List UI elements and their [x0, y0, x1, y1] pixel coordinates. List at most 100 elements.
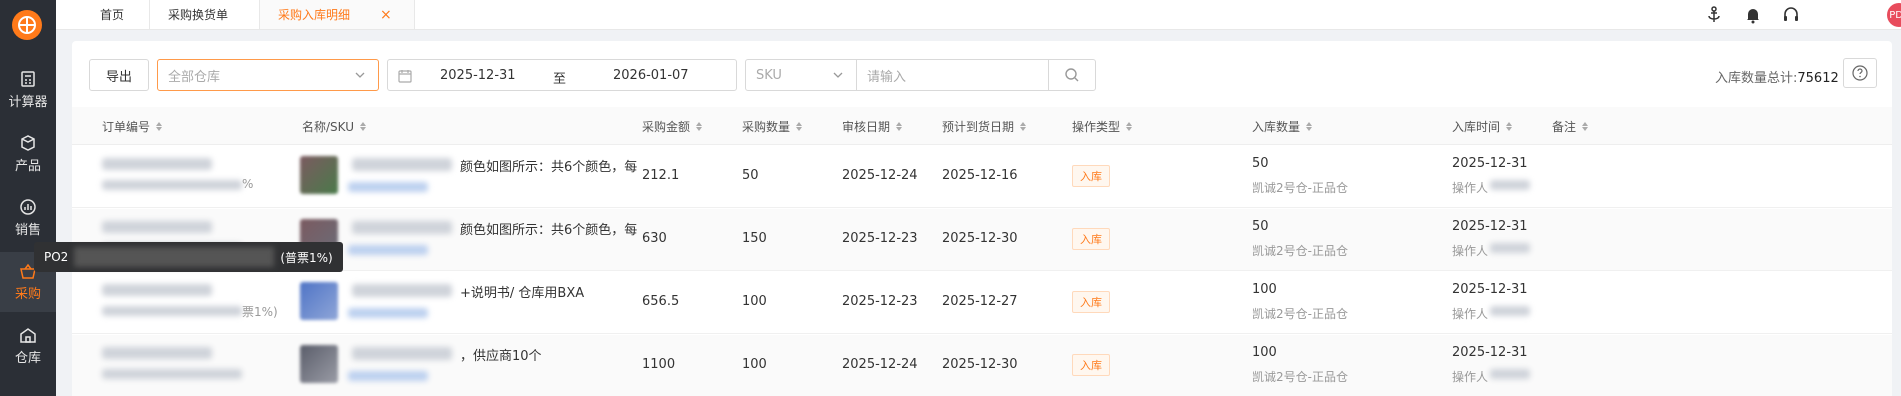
header-in-qty[interactable]: 入库数量 [1252, 118, 1313, 135]
sidebar-item-warehouse[interactable]: 仓库 [0, 316, 56, 376]
sku-redacted[interactable] [348, 371, 428, 381]
tooltip-suffix: (普票1%) [280, 250, 333, 265]
order-no-redacted[interactable] [102, 158, 212, 170]
avatar[interactable]: PDF [1887, 3, 1901, 27]
calculator-icon [21, 71, 35, 87]
type-tag: 入库 [1072, 291, 1110, 313]
product-thumbnail[interactable] [300, 282, 338, 320]
header-qty[interactable]: 采购数量 [742, 118, 803, 135]
sort-icon[interactable] [696, 122, 703, 131]
order-no-redacted[interactable] [102, 284, 212, 296]
header-label: 入库数量 [1252, 120, 1301, 134]
warehouse-select[interactable]: 全部仓库 [157, 59, 379, 91]
header-label: 名称/SKU [302, 120, 354, 134]
sku-redacted[interactable] [348, 245, 428, 255]
sort-icon[interactable] [1020, 122, 1027, 131]
top-bar: 首页 采购换货单 采购入库明细 × PDF [56, 0, 1901, 30]
header-op-type[interactable]: 操作类型 [1072, 118, 1133, 135]
tooltip-prefix: PO2 [44, 250, 69, 264]
header-label: 采购金额 [642, 120, 691, 134]
header-remark[interactable]: 备注 [1552, 118, 1589, 135]
inbound-qty: 50 [1252, 219, 1269, 234]
warehouse-name: 凯诚2号仓-正品仓 [1252, 307, 1348, 321]
header-label: 采购数量 [742, 120, 791, 134]
table-row[interactable]: 票1%) +说明书/ 仓库用BXA 656.5 100 2025-12-23 2… [72, 272, 1892, 334]
sidebar-item-calculator[interactable]: 计算器 [0, 60, 56, 120]
sort-icon[interactable] [1582, 122, 1589, 131]
inbound-time: 2025-12-31 [1452, 282, 1528, 297]
help-button[interactable] [1843, 58, 1877, 88]
warehouse-name: 凯诚2号仓-正品仓 [1252, 370, 1348, 384]
inbound-time: 2025-12-31 [1452, 219, 1528, 234]
eta-date: 2025-12-16 [942, 168, 1018, 183]
order-hint: 票1%) [242, 305, 278, 319]
sort-icon[interactable] [1506, 122, 1513, 131]
total-label: 入库数量总计: [1715, 71, 1798, 86]
sort-icon[interactable] [360, 122, 366, 131]
export-button[interactable]: 导出 [89, 59, 149, 91]
tab-purchase-inbound[interactable]: 采购入库明细 × [260, 0, 415, 29]
anchor-icon[interactable] [1704, 5, 1724, 25]
date-start[interactable]: 2025-12-31 [440, 68, 516, 83]
sku-redacted[interactable] [348, 182, 428, 192]
logo-icon[interactable] [12, 10, 42, 40]
sort-icon[interactable] [156, 122, 163, 131]
table-row[interactable]: 颜色如图所示：共6个颜色，每 630 150 2025-12-23 2025-1… [72, 209, 1892, 271]
headset-icon[interactable] [1781, 5, 1801, 25]
product-thumbnail[interactable] [300, 345, 338, 383]
quantity: 100 [742, 294, 767, 309]
audit-date: 2025-12-23 [842, 294, 918, 309]
header-name-sku[interactable]: 名称/SKU [302, 118, 366, 135]
audit-date: 2025-12-24 [842, 168, 918, 183]
bell-icon[interactable] [1743, 5, 1763, 25]
sort-icon[interactable] [1126, 122, 1133, 131]
order-no-redacted[interactable] [102, 347, 212, 359]
date-end[interactable]: 2026-01-07 [613, 68, 689, 83]
calendar-icon [398, 70, 412, 83]
sidebar-item-label: 仓库 [14, 351, 41, 366]
table-row[interactable]: % 颜色如图所示：共6个颜色，每 212.1 50 2025-12-24 202… [72, 146, 1892, 208]
operator-redacted [1490, 369, 1530, 379]
sku-type-select[interactable]: SKU [745, 59, 857, 91]
total-value: 75612 [1797, 71, 1839, 86]
order-no-redacted[interactable] [102, 221, 212, 233]
header-in-time[interactable]: 入库时间 [1452, 118, 1513, 135]
eta-date: 2025-12-30 [942, 357, 1018, 372]
chevron-down-icon [355, 72, 365, 78]
product-name: ，供应商10个 [460, 349, 542, 364]
sort-icon[interactable] [796, 122, 803, 131]
warehouse-placeholder: 全部仓库 [168, 69, 221, 85]
sort-icon[interactable] [896, 122, 903, 131]
header-eta[interactable]: 预计到货日期 [942, 118, 1027, 135]
close-icon[interactable]: × [380, 7, 392, 23]
operator-redacted [1490, 243, 1530, 253]
order-tooltip: PO2 (普票1%) [34, 242, 343, 272]
sidebar-item-products[interactable]: 产品 [0, 124, 56, 184]
product-name: 颜色如图所示：共6个颜色，每 [460, 223, 638, 238]
sidebar-item-sales[interactable]: 销售 [0, 188, 56, 248]
sidebar-item-label: 产品 [14, 159, 41, 174]
quantity: 100 [742, 357, 767, 372]
operator-label: 操作人 [1452, 307, 1489, 321]
product-name-redacted [352, 221, 452, 234]
type-tag: 入库 [1072, 165, 1110, 187]
type-tag: 入库 [1072, 354, 1110, 376]
order-sub-redacted [102, 369, 242, 379]
product-thumbnail[interactable] [300, 156, 338, 194]
warehouse-name: 凯诚2号仓-正品仓 [1252, 244, 1348, 258]
sort-icon[interactable] [1306, 122, 1313, 131]
date-range-picker[interactable]: 2025-12-31 至 2026-01-07 [387, 59, 737, 91]
product-name: +说明书/ 仓库用BXA [460, 286, 585, 301]
audit-date: 2025-12-23 [842, 231, 918, 246]
search-input[interactable]: 请输入 [856, 59, 1049, 91]
search-button[interactable] [1048, 59, 1096, 91]
sku-redacted[interactable] [348, 308, 428, 318]
inbound-time: 2025-12-31 [1452, 156, 1528, 171]
header-order-no[interactable]: 订单编号 [102, 118, 163, 135]
quantity: 150 [742, 231, 767, 246]
tab-home[interactable]: 首页 [82, 0, 150, 29]
tab-purchase-exchange[interactable]: 采购换货单 [150, 0, 260, 29]
header-amount[interactable]: 采购金额 [642, 118, 703, 135]
table-row[interactable]: ，供应商10个 1100 100 2025-12-24 2025-12-30 入… [72, 335, 1892, 396]
header-audit-date[interactable]: 审核日期 [842, 118, 903, 135]
